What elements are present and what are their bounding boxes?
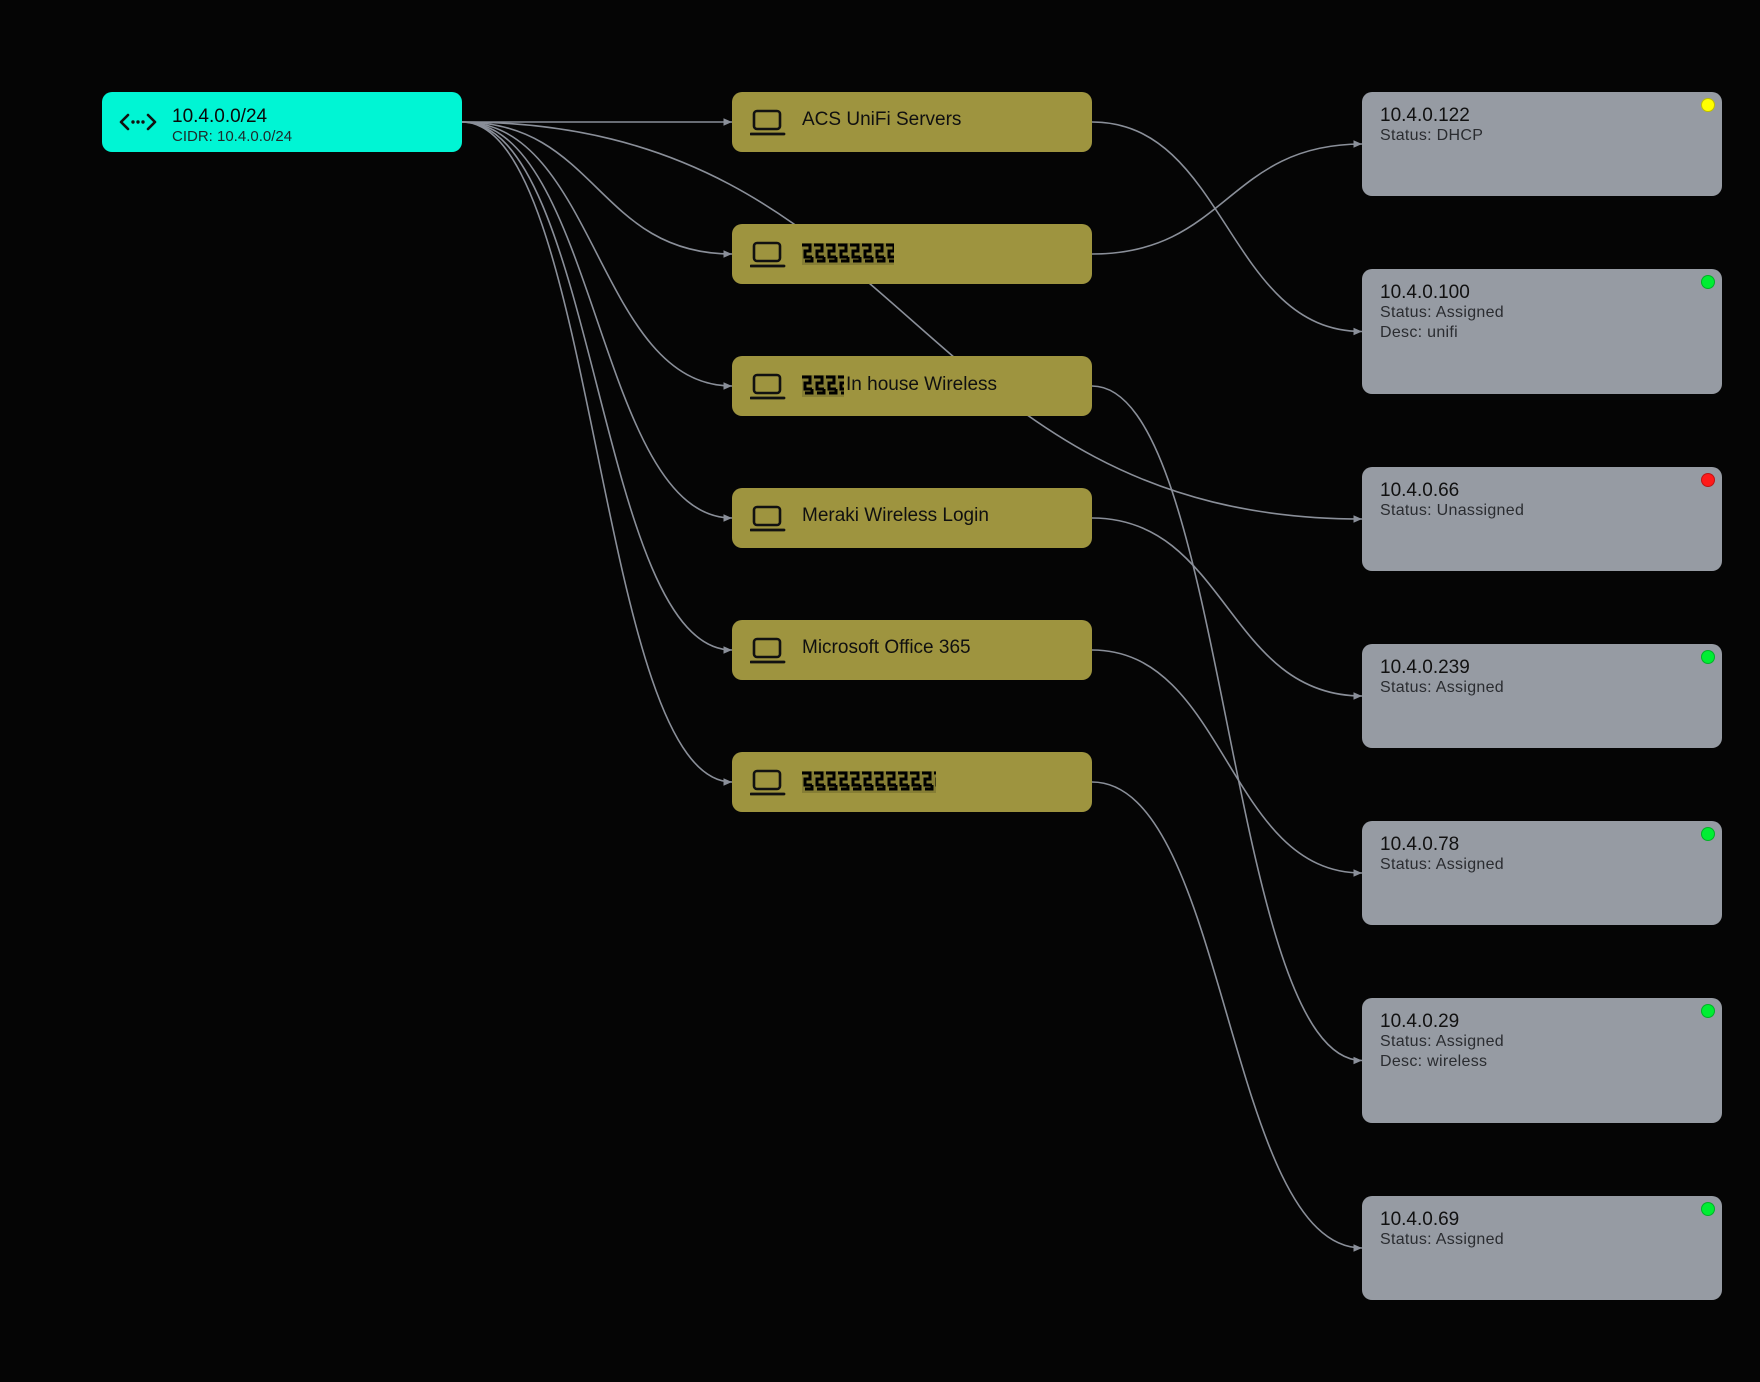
ip-address: 10.4.0.69 bbox=[1380, 1209, 1460, 1230]
status-indicator-dot bbox=[1701, 473, 1715, 487]
ip-status: Status: Assigned bbox=[1380, 1231, 1504, 1248]
subnet-cidr: CIDR: 10.4.0.0/24 bbox=[172, 128, 293, 145]
ip-status: Status: Assigned bbox=[1380, 304, 1504, 321]
edge-vlan-4-to-ip-4 bbox=[1091, 649, 1363, 877]
edge-vlan-3-to-ip-3 bbox=[1091, 517, 1363, 700]
vlan-node[interactable]: In house Wireless bbox=[732, 356, 1092, 416]
ip-address-node[interactable]: 10.4.0.69 Status: Assigned bbox=[1362, 1196, 1722, 1300]
ip-address: 10.4.0.66 bbox=[1380, 480, 1460, 501]
ip-address: 10.4.0.29 bbox=[1380, 1011, 1460, 1032]
vlan-label-text: Microsoft Office 365 bbox=[802, 637, 971, 658]
vlan-label: Meraki Wireless Login bbox=[802, 505, 989, 527]
subnet-node[interactable]: 10.4.0.0/24 CIDR: 10.4.0.0/24 bbox=[102, 92, 462, 152]
edge-subnet-to-ip-2 bbox=[461, 121, 1363, 523]
edge-vlan-2-to-ip-5 bbox=[1091, 385, 1363, 1065]
ip-address-node[interactable]: 10.4.0.122 Status: DHCP bbox=[1362, 92, 1722, 196]
ip-address: 10.4.0.122 bbox=[1380, 105, 1470, 126]
vlan-node[interactable]: ACS UniFi Servers bbox=[732, 92, 1092, 152]
status-indicator-dot bbox=[1701, 275, 1715, 289]
ip-address: 10.4.0.100 bbox=[1380, 282, 1470, 303]
laptop-icon bbox=[749, 108, 786, 138]
vlan-label: In house Wireless bbox=[802, 373, 997, 397]
vlan-label-text: Meraki Wireless Login bbox=[802, 505, 989, 526]
edge-vlan-0-to-ip-1 bbox=[1091, 121, 1363, 336]
laptop-icon bbox=[749, 636, 786, 666]
edge-vlan-5-to-ip-6 bbox=[1091, 781, 1363, 1252]
edge-subnet-to-vlan-4 bbox=[461, 121, 733, 654]
ip-status: Status: Unassigned bbox=[1380, 502, 1525, 519]
vlan-label-text: In house Wireless bbox=[846, 374, 998, 396]
ip-address: 10.4.0.78 bbox=[1380, 834, 1460, 855]
status-indicator-dot bbox=[1701, 1004, 1715, 1018]
laptop-icon bbox=[749, 240, 786, 270]
redacted-text-mark bbox=[802, 241, 898, 265]
redacted-text-mark bbox=[802, 769, 946, 793]
redacted-text-mark bbox=[802, 373, 850, 397]
vlan-label-text: ACS UniFi Servers bbox=[802, 109, 962, 130]
laptop-icon bbox=[749, 372, 786, 402]
status-indicator-dot bbox=[1701, 827, 1715, 841]
edge-subnet-to-vlan-5 bbox=[461, 121, 733, 786]
vlan-node[interactable]: Meraki Wireless Login bbox=[732, 488, 1092, 548]
vlan-node[interactable] bbox=[732, 752, 1092, 812]
vlan-node[interactable] bbox=[732, 224, 1092, 284]
edge-subnet-to-vlan-3 bbox=[461, 121, 733, 522]
status-indicator-dot bbox=[1701, 650, 1715, 664]
edge-vlan-1-to-ip-0 bbox=[1091, 140, 1363, 255]
status-indicator-dot bbox=[1701, 1202, 1715, 1216]
network-arrows-icon bbox=[118, 106, 158, 138]
vlan-node[interactable]: Microsoft Office 365 bbox=[732, 620, 1092, 680]
ip-status: Status: Assigned bbox=[1380, 1033, 1504, 1050]
ip-address-node[interactable]: 10.4.0.100 Status: Assigned Desc: unifi bbox=[1362, 269, 1722, 394]
laptop-icon bbox=[749, 504, 786, 534]
ip-description: Desc: unifi bbox=[1380, 324, 1458, 341]
ip-description: Desc: wireless bbox=[1380, 1053, 1488, 1070]
ip-status: Status: Assigned bbox=[1380, 856, 1504, 873]
status-indicator-dot bbox=[1701, 98, 1715, 112]
vlan-label: Microsoft Office 365 bbox=[802, 637, 971, 659]
vlan-label bbox=[802, 769, 946, 793]
laptop-icon bbox=[749, 768, 786, 798]
vlan-label bbox=[802, 241, 898, 265]
ip-address-node[interactable]: 10.4.0.239 Status: Assigned bbox=[1362, 644, 1722, 748]
network-diagram-canvas: 10.4.0.0/24 CIDR: 10.4.0.0/24 ACS UniFi … bbox=[0, 0, 1760, 1382]
ip-address-node[interactable]: 10.4.0.66 Status: Unassigned bbox=[1362, 467, 1722, 571]
ip-address: 10.4.0.239 bbox=[1380, 657, 1470, 678]
subnet-title: 10.4.0.0/24 bbox=[172, 106, 268, 127]
vlan-label: ACS UniFi Servers bbox=[802, 109, 961, 131]
ip-address-node[interactable]: 10.4.0.29 Status: Assigned Desc: wireless bbox=[1362, 998, 1722, 1123]
edge-subnet-to-vlan-1 bbox=[461, 121, 733, 258]
edge-subnet-to-vlan-2 bbox=[461, 121, 733, 390]
ip-status: Status: DHCP bbox=[1380, 127, 1484, 144]
ip-status: Status: Assigned bbox=[1380, 679, 1504, 696]
ip-address-node[interactable]: 10.4.0.78 Status: Assigned bbox=[1362, 821, 1722, 925]
